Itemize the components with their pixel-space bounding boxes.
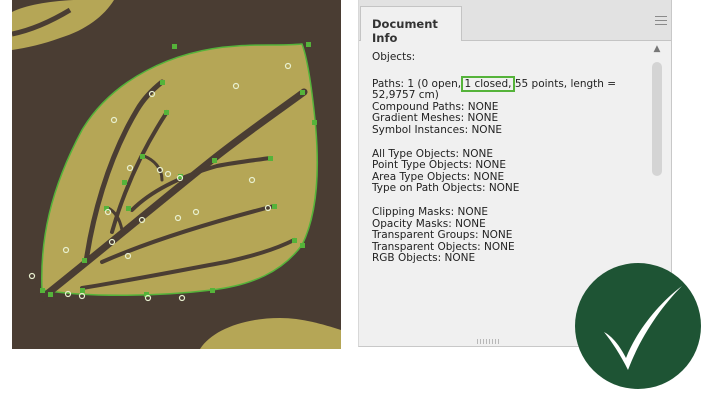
tab-document-info[interactable]: Document Info [360,6,462,45]
paths-suffix: 55 points, length = [511,77,617,90]
document-info-content: Objects: Paths: 1 (0 open, 1 closed, 55 … [372,51,627,265]
artboard-canvas[interactable] [12,0,341,349]
checkmark-badge [574,262,702,390]
clipping-masks-line: Clipping Masks: NONE [372,205,489,218]
symbol-instances-line: Symbol Instances: NONE [372,123,503,136]
closed-count-highlight: 1 closed, [461,75,515,92]
transparent-groups-line: Transparent Groups: NONE [372,229,513,242]
scrollbar-thumb[interactable] [652,62,662,176]
panel-tab-bar: Document Info [359,0,671,45]
point-type-objects-line: Point Type Objects: NONE [372,159,507,172]
type-on-path-objects-line: Type on Path Objects: NONE [372,182,520,195]
paths-prefix: Paths: 1 (0 open, [372,77,465,90]
panel-resize-grip[interactable] [477,339,501,344]
scroll-up-icon[interactable]: ▲ [652,44,662,54]
objects-heading: Objects: [372,51,416,63]
panel-menu-icon[interactable] [655,16,667,25]
checkmark-icon [575,263,701,389]
leaf-artwork [12,0,341,349]
